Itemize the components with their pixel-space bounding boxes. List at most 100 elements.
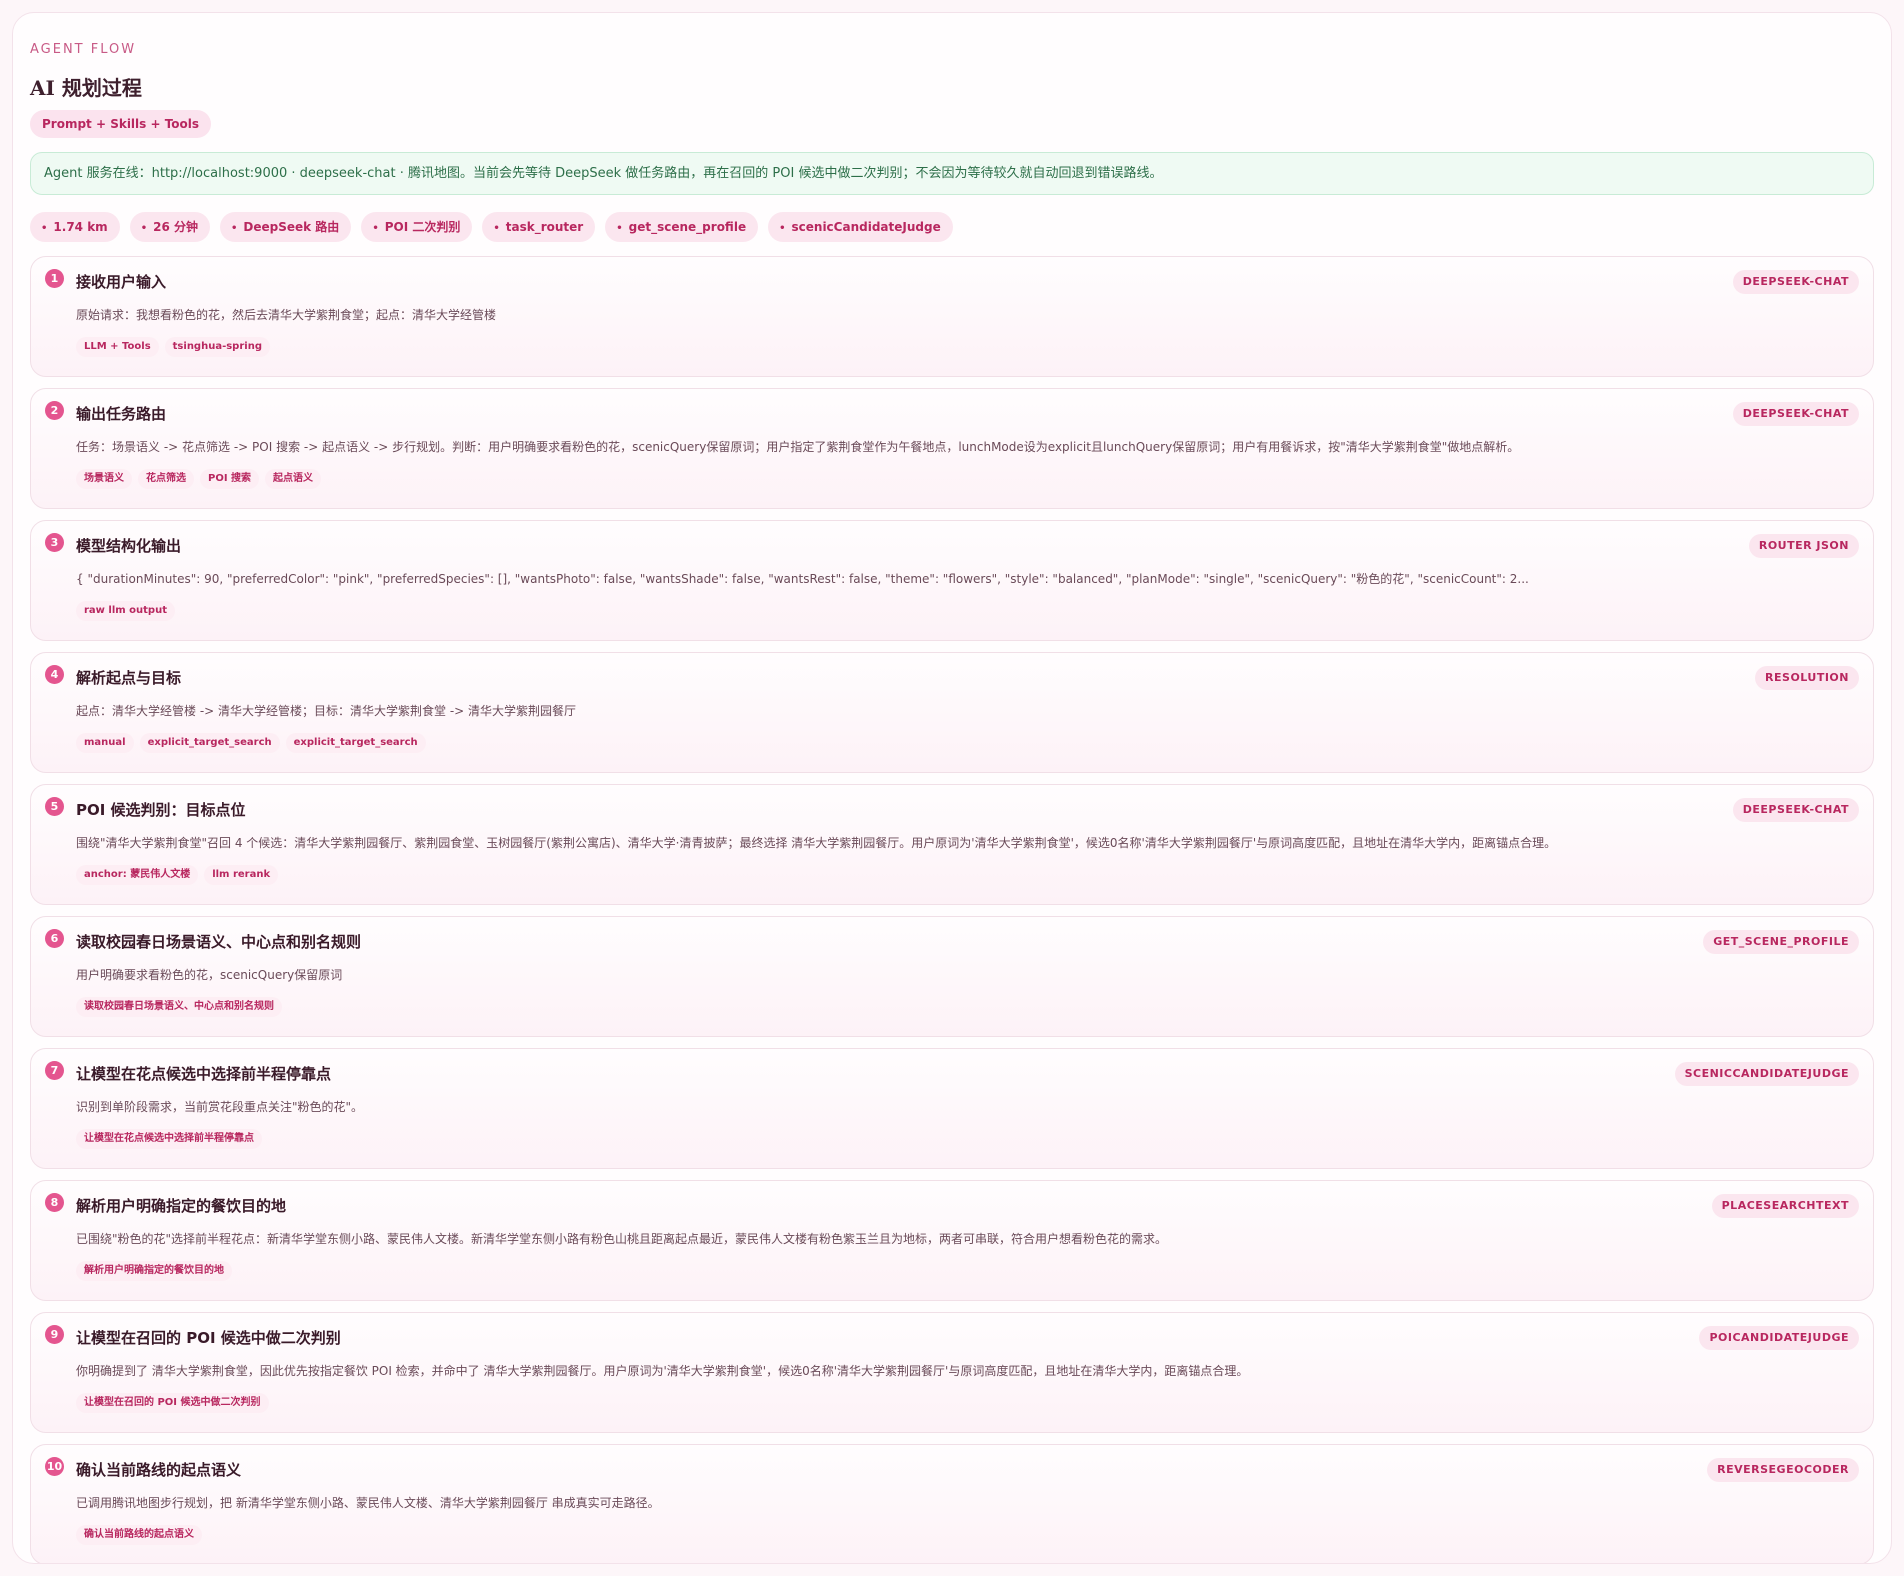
step-tool-tag: ROUTER JSON <box>1748 534 1859 558</box>
summary-chip-label: get_scene_profile <box>628 220 747 234</box>
step-list: 1 接收用户输入 DEEPSEEK-CHAT 原始请求：我想看粉色的花，然后去清华大学… <box>30 256 1874 1563</box>
bullet-dot-icon: • <box>616 223 623 234</box>
step-card: 10 确认当前路线的起点语义 REVERSEGEOCODER 已调用腾讯地图步行规划，… <box>30 1444 1874 1563</box>
step-title: 输出任务路由 <box>76 405 167 423</box>
summary-chips: • 1.74 km • 26 分钟 • DeepSeek 路由 • POI 二次判别 • task… <box>30 212 1874 244</box>
summary-chip: • POI 二次判别 <box>361 212 473 242</box>
step-number-badge: 2 <box>45 401 64 420</box>
step-mini-tag: POI 搜索 <box>200 469 260 489</box>
bullet-dot-icon: • <box>372 223 379 234</box>
step-card: 3 模型结构化输出 ROUTER JSON { "durationMinutes": … <box>30 520 1874 641</box>
step-number-badge: 4 <box>45 665 64 684</box>
step-tag-list: 让模型在花点候选中选择前半程停靠点 <box>76 1129 262 1149</box>
agent-status-banner: Agent 服务在线：http://localhost:9000 · deeps… <box>30 152 1874 195</box>
step-card: 6 读取校园春日场景语义、中心点和别名规则 GET_SCENE_PROFILE 用户明… <box>30 916 1874 1037</box>
step-mini-tag: explicit_target_search <box>139 733 280 753</box>
step-mini-tag: LLM + Tools <box>76 337 159 357</box>
summary-chip-label: DeepSeek 路由 <box>243 220 340 234</box>
step-title: 让模型在花点候选中选择前半程停靠点 <box>76 1065 332 1083</box>
step-description: { "durationMinutes": 90, "preferredColor… <box>76 572 1529 586</box>
step-tool-tag: REVERSEGEOCODER <box>1707 1458 1859 1482</box>
step-tool-tag: SCENICCANDIDATEJUDGE <box>1674 1062 1859 1086</box>
step-description: 用户明确要求看粉色的花，scenicQuery保留原词 <box>76 968 343 982</box>
summary-chip: • scenicCandidateJudge <box>768 212 953 242</box>
step-tool-tag: PLACESEARCHTEXT <box>1711 1194 1859 1218</box>
step-description: 已围绕"粉色的花"选择前半程花点：新清华学堂东侧小路、蒙民伟人文楼。新清华学堂东… <box>76 1232 1168 1246</box>
step-number-badge: 5 <box>45 797 64 816</box>
step-number-badge: 9 <box>45 1325 64 1344</box>
step-mini-tag: 读取校园春日场景语义、中心点和别名规则 <box>76 997 282 1017</box>
step-mini-tag: llm rerank <box>204 865 279 885</box>
agent-flow-panel: AGENT FLOW AI 规划过程 Prompt + Skills + Too… <box>12 12 1892 1564</box>
step-card: 5 POI 候选判别：目标点位 DEEPSEEK-CHAT 围绕"清华大学紫荆食堂"召… <box>30 784 1874 905</box>
step-mini-tag: tsinghua-spring <box>164 337 270 357</box>
step-description: 起点：清华大学经管楼 -> 清华大学经管楼；目标：清华大学紫荆食堂 -> 清华大… <box>76 704 577 718</box>
summary-chip-label: task_router <box>505 220 584 234</box>
summary-chip-label: 1.74 km <box>53 220 108 234</box>
step-tool-tag: DEEPSEEK-CHAT <box>1732 402 1859 426</box>
step-tag-list: 让模型在召回的 POI 候选中做二次判别 <box>76 1393 269 1413</box>
step-mini-tag: raw llm output <box>76 601 175 621</box>
step-tool-tag: DEEPSEEK-CHAT <box>1732 798 1859 822</box>
bullet-dot-icon: • <box>779 223 786 234</box>
summary-chip: • 26 分钟 <box>129 212 210 242</box>
step-mini-tag: anchor: 蒙民伟人文楼 <box>76 865 199 885</box>
step-number-badge: 7 <box>45 1061 64 1080</box>
step-card: 1 接收用户输入 DEEPSEEK-CHAT 原始请求：我想看粉色的花，然后去清华大学… <box>30 256 1874 377</box>
step-title: 模型结构化输出 <box>76 537 182 555</box>
step-tag-list: manual explicit_target_search explicit_tar… <box>76 733 426 753</box>
step-mini-tag: 解析用户明确指定的餐饮目的地 <box>76 1261 232 1281</box>
step-description: 你明确提到了 清华大学紫荆食堂，因此优先按指定餐饮 POI 检索，并命中了 清华… <box>76 1364 1249 1378</box>
step-tool-tag: RESOLUTION <box>1755 666 1859 690</box>
section-kicker: AGENT FLOW <box>30 42 137 57</box>
step-mini-tag: manual <box>76 733 134 753</box>
step-title: 确认当前路线的起点语义 <box>76 1461 242 1479</box>
step-number-badge: 6 <box>45 929 64 948</box>
step-mini-tag: 花点筛选 <box>138 469 194 489</box>
step-number-badge: 3 <box>45 533 64 552</box>
bullet-dot-icon: • <box>41 223 48 234</box>
step-tag-list: anchor: 蒙民伟人文楼 llm rerank <box>76 865 279 885</box>
bullet-dot-icon: • <box>230 223 238 234</box>
summary-chip-label: scenicCandidateJudge <box>791 220 941 234</box>
summary-chip-label: 26 分钟 <box>153 220 198 234</box>
step-card: 7 让模型在花点候选中选择前半程停靠点 SCENICCANDIDATEJUDGE 识别… <box>30 1048 1874 1169</box>
step-title: 让模型在召回的 POI 候选中做二次判别 <box>76 1329 341 1347</box>
step-title: 解析起点与目标 <box>76 669 182 687</box>
step-card: 9 让模型在召回的 POI 候选中做二次判别 POICANDIDATEJUDGE 你明… <box>30 1312 1874 1433</box>
step-tag-list: 场景语义 花点筛选 POI 搜索 起点语义 <box>76 469 322 489</box>
step-title: POI 候选判别：目标点位 <box>76 801 246 819</box>
step-card: 8 解析用户明确指定的餐饮目的地 PLACESEARCHTEXT 已围绕"粉色的花"选… <box>30 1180 1874 1301</box>
step-mini-tag: 确认当前路线的起点语义 <box>76 1525 202 1545</box>
step-title: 解析用户明确指定的餐饮目的地 <box>76 1197 287 1215</box>
page-title: AI 规划过程 <box>30 76 142 100</box>
step-card: 2 输出任务路由 DEEPSEEK-CHAT 任务：场景语义 -> 花点筛选 -> P… <box>30 388 1874 509</box>
step-tag-list: 确认当前路线的起点语义 <box>76 1525 202 1545</box>
step-tag-list: 读取校园春日场景语义、中心点和别名规则 <box>76 997 282 1017</box>
mode-badge: Prompt + Skills + Tools <box>30 110 212 138</box>
step-mini-tag: 让模型在召回的 POI 候选中做二次判别 <box>76 1393 269 1413</box>
step-number-badge: 8 <box>45 1193 64 1212</box>
step-tool-tag: POICANDIDATEJUDGE <box>1699 1326 1859 1350</box>
step-tag-list: 解析用户明确指定的餐饮目的地 <box>76 1261 232 1281</box>
step-description: 围绕"清华大学紫荆食堂"召回 4 个候选：清华大学紫荆园餐厅、紫荆园食堂、玉树园… <box>76 836 1557 850</box>
step-title: 读取校园春日场景语义、中心点和别名规则 <box>76 933 362 951</box>
summary-chip: • get_scene_profile <box>605 212 759 242</box>
step-mini-tag: 场景语义 <box>76 469 132 489</box>
summary-chip: • task_router <box>482 212 596 242</box>
step-description: 识别到单阶段需求，当前赏花段重点关注"粉色的花"。 <box>76 1100 364 1114</box>
step-card: 4 解析起点与目标 RESOLUTION 起点：清华大学经管楼 -> 清华大学经管楼；… <box>30 652 1874 773</box>
step-title: 接收用户输入 <box>76 273 167 291</box>
step-tag-list: raw llm output <box>76 601 175 621</box>
step-tool-tag: GET_SCENE_PROFILE <box>1703 930 1859 954</box>
step-mini-tag: 起点语义 <box>265 469 322 489</box>
step-number-badge: 1 <box>45 269 64 288</box>
bullet-dot-icon: • <box>493 223 500 234</box>
step-mini-tag: explicit_target_search <box>285 733 426 753</box>
bullet-dot-icon: • <box>140 223 148 234</box>
step-description: 已调用腾讯地图步行规划，把 新清华学堂东侧小路、蒙民伟人文楼、清华大学紫荆园餐厅… <box>76 1496 660 1510</box>
step-description: 任务：场景语义 -> 花点筛选 -> POI 搜索 -> 起点语义 -> 步行规… <box>76 440 1520 454</box>
summary-chip: • DeepSeek 路由 <box>219 212 352 242</box>
step-tag-list: LLM + Tools tsinghua-spring <box>76 337 270 357</box>
summary-chip: • 1.74 km <box>30 212 120 242</box>
